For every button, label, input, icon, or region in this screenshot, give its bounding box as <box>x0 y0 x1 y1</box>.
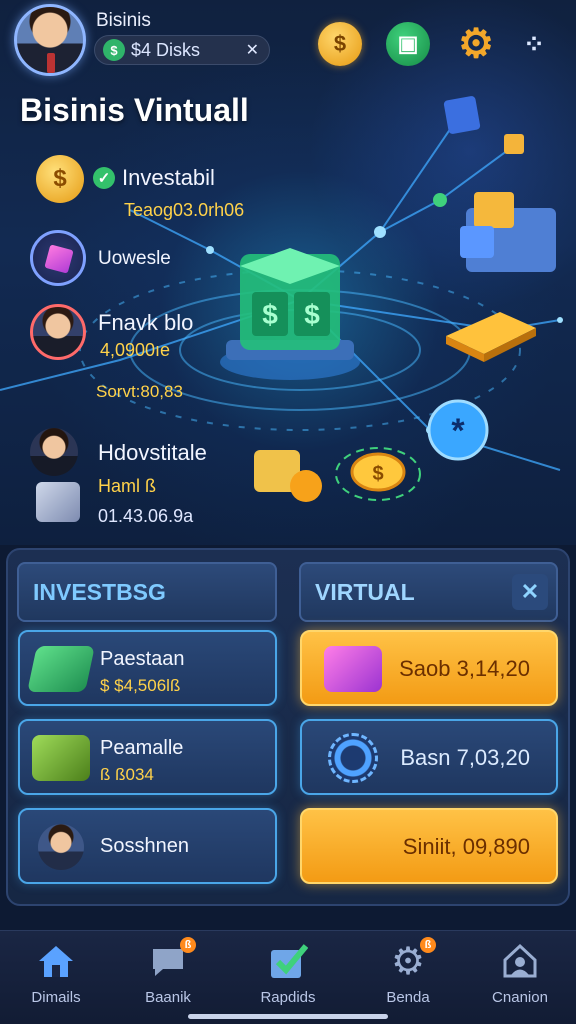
cash-stack-icon <box>27 646 95 692</box>
nav-label: Rapdids <box>260 989 316 1006</box>
card-amount: Siniit, 09,890 <box>402 834 530 859</box>
stat-value-investabil: Teaog03.0rh06 <box>124 200 245 220</box>
nav-label: Dimails <box>31 989 81 1006</box>
nav-label: Benda <box>386 989 430 1006</box>
coin-icon[interactable]: $ <box>318 22 362 66</box>
card-title: Paestaan <box>100 648 185 670</box>
card-amount: Basn 7,03,20 <box>400 745 530 770</box>
floating-blocks <box>443 96 556 272</box>
coins-illustration: $ <box>254 447 421 502</box>
gem-icon <box>30 230 86 286</box>
nav-item-rapdids[interactable]: Rapdids <box>238 931 338 1024</box>
card-amount: Saob 3,14,20 <box>399 656 530 681</box>
svg-text:$: $ <box>262 299 278 330</box>
investor-avatar[interactable] <box>30 304 86 360</box>
svg-text:$: $ <box>372 463 383 485</box>
asterisk-orb: * <box>427 399 489 461</box>
nav-item-cnanion[interactable]: Cnanion <box>470 931 570 1024</box>
card-title: Sosshnen <box>100 835 189 857</box>
stat-value-hdovstitale: Haml ß <box>98 476 156 496</box>
chart-board-icon <box>32 735 90 781</box>
close-icon[interactable]: ✕ <box>512 574 548 610</box>
stat-label-investabil: Investabil <box>122 165 215 190</box>
nav-item-baanik[interactable]: ß Baanik <box>118 931 218 1024</box>
card-siniit[interactable]: Siniit, 09,890 <box>300 808 558 884</box>
check-box-icon <box>268 941 308 981</box>
user-name: Bisinis <box>96 10 151 31</box>
gear-icon[interactable]: ⚙ <box>454 22 498 66</box>
card-basn[interactable]: Basn 7,03,20 <box>300 719 558 795</box>
card-paestaan[interactable]: Paestaan $ $4,506lß <box>18 630 277 706</box>
tab-virtual[interactable]: VIRTUAL ✕ <box>299 562 558 622</box>
stat-extra-hdovstitale: 01.43.06.9a <box>98 506 194 526</box>
card-value: $ $4,506lß <box>100 676 181 695</box>
nav-label: Baanik <box>145 989 191 1006</box>
treasure-chest-icon <box>324 646 382 692</box>
report-icon <box>36 482 80 522</box>
stat-label-uowesle: Uowesle <box>98 248 171 269</box>
wallet-icon: $ <box>103 39 125 61</box>
home-indicator[interactable] <box>188 1014 388 1019</box>
manager-avatar[interactable] <box>30 428 78 476</box>
stat-extra-fnavk: Sorvt:80,83 <box>96 382 183 401</box>
share-icon[interactable]: ⁘ <box>512 22 556 66</box>
user-avatar[interactable] <box>14 4 86 76</box>
document-icon[interactable]: ▣ <box>386 22 430 66</box>
nav-item-dimails[interactable]: Dimails <box>6 931 106 1024</box>
nav-label: Cnanion <box>492 989 548 1006</box>
check-icon: ✓ <box>93 167 115 189</box>
cog-icon <box>328 733 378 783</box>
svg-text:$: $ <box>304 299 320 330</box>
home-icon <box>36 941 76 981</box>
card-title: Peamalle <box>100 737 184 759</box>
chevron-down-icon[interactable]: ✕ <box>246 40 259 60</box>
hero-scene: $ $ * $ Bisinis $ $4 Disks ✕ $ ▣ ⚙ ⁘ Bis… <box>0 0 576 545</box>
person-icon <box>38 824 84 870</box>
profile-icon <box>500 941 540 981</box>
svg-text:*: * <box>451 412 465 450</box>
cash-cube-illustration: $ $ <box>220 248 360 380</box>
wallet-selector[interactable]: $ $4 Disks ✕ <box>94 35 270 65</box>
tab-investbsg[interactable]: INVESTBSG <box>17 562 277 622</box>
wallet-value: $4 Disks <box>131 39 201 60</box>
card-value: ß ß034 <box>100 765 154 784</box>
notification-badge: ß <box>180 937 196 953</box>
card-saob[interactable]: Saob 3,14,20 <box>300 630 558 706</box>
dollar-pin-icon: $ <box>36 155 84 203</box>
stat-label-hdovstitale: Hdovstitale <box>98 440 207 465</box>
card-sosshnen[interactable]: Sosshnen <box>18 808 277 884</box>
page-title: Bisinis Vintuall <box>20 92 249 128</box>
gold-bar <box>446 312 536 362</box>
tab-virtual-label: VIRTUAL <box>315 578 415 605</box>
bottom-nav: Dimails ß Baanik Rapdids ⚙ ß Benda Cnani… <box>0 930 576 1024</box>
card-peamalle[interactable]: Peamalle ß ß034 <box>18 719 277 795</box>
stat-label-fnavk: Fnavk blo <box>98 310 194 335</box>
nav-item-benda[interactable]: ⚙ ß Benda <box>358 931 458 1024</box>
notification-badge: ß <box>420 937 436 953</box>
stat-value-fnavk: 4,0900ıe <box>100 340 171 360</box>
